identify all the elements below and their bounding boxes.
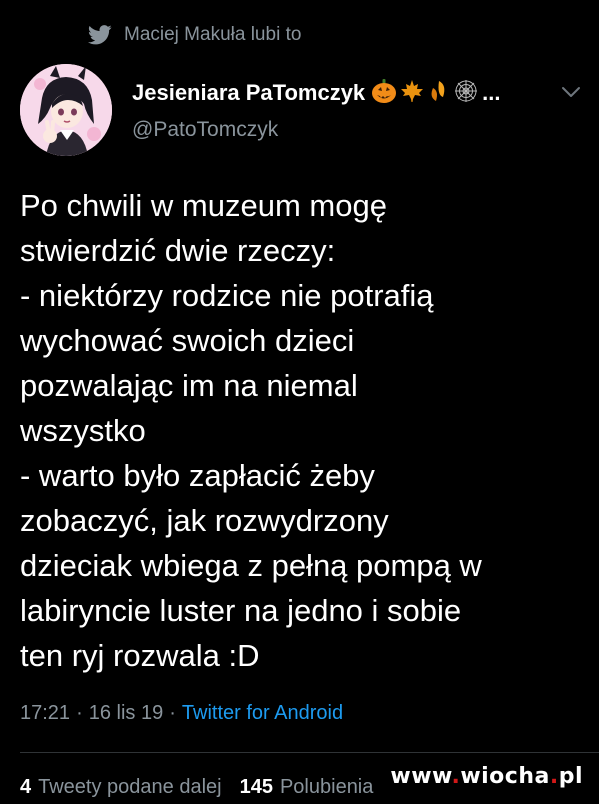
tweet-text-line: ten ryj rozwala :D [20, 638, 260, 673]
retweets-count: 4 [20, 776, 32, 798]
tweet-text-line: wszystko [20, 413, 146, 448]
tweet-meta: 17:21 · 16 lis 19 · Twitter for Android [20, 702, 343, 725]
jack-o-lantern-icon [371, 78, 397, 109]
tweet-text-line: wychować swoich dzieci [20, 323, 355, 358]
tweet-text-line: - warto było zapłacić żeby [20, 458, 375, 493]
likes-stat[interactable]: 145 Polubienia [240, 776, 374, 799]
tweet-text-line: dzieciak wbiega z pełną pompą w [20, 548, 482, 583]
watermark-suffix: pl [558, 764, 583, 789]
author-name-row[interactable]: Jesieniara PaTomczyk ... [132, 76, 501, 110]
watermark: www.wiocha.pl [390, 764, 583, 789]
tweet-time[interactable]: 17:21 [20, 702, 70, 725]
twitter-bird-icon [88, 25, 112, 45]
watermark-dot: . [451, 764, 461, 789]
social-context-text: Maciej Makuła lubi to [124, 24, 302, 45]
tweet-text-line: stwierdzić dwie rzeczy: [20, 233, 336, 268]
retweets-stat[interactable]: 4 Tweety podane dalej [20, 776, 222, 799]
chevron-down-icon[interactable] [560, 84, 582, 100]
name-ellipsis: ... [482, 80, 501, 105]
retweets-label: Tweety podane dalej [38, 776, 222, 798]
watermark-prefix: www [390, 764, 452, 789]
tweet-text-line: pozwalając im na niemal [20, 368, 358, 403]
tweet-text-line: Po chwili w muzeum mogę [20, 188, 387, 223]
likes-count: 145 [239, 776, 273, 798]
maple-leaf-icon [400, 79, 424, 108]
avatar[interactable] [20, 64, 112, 156]
meta-separator: · [169, 702, 176, 724]
meta-separator: · [76, 702, 83, 724]
tweet-source-link[interactable]: Twitter for Android [182, 702, 343, 725]
tweet-stats: 4 Tweety podane dalej 145 Polubienia [20, 776, 373, 799]
social-context: Maciej Makuła lubi to [88, 22, 301, 48]
tweet-text-line: - niektórzy rodzice nie potrafią [20, 278, 434, 313]
likes-label: Polubienia [279, 776, 374, 798]
tweet-text: Po chwili w muzeum mogę stwierdzić dwie … [20, 183, 580, 678]
fallen-leaves-icon [427, 79, 451, 108]
spider-web-icon [454, 79, 478, 108]
name-emojis [371, 78, 478, 109]
watermark-dot: . [549, 764, 559, 789]
avatar-image [20, 64, 112, 156]
author-display-name[interactable]: Jesieniara PaTomczyk [132, 80, 365, 106]
author-handle[interactable]: @PatoTomczyk [132, 118, 278, 142]
divider [20, 752, 599, 753]
tweet-date[interactable]: 16 lis 19 [89, 702, 164, 725]
tweet-text-line: zobaczyć, jak rozwydrzony [20, 503, 389, 538]
tweet-text-line: labiryncie luster na jedno i sobie [20, 593, 462, 628]
watermark-name: wiocha [460, 764, 550, 789]
